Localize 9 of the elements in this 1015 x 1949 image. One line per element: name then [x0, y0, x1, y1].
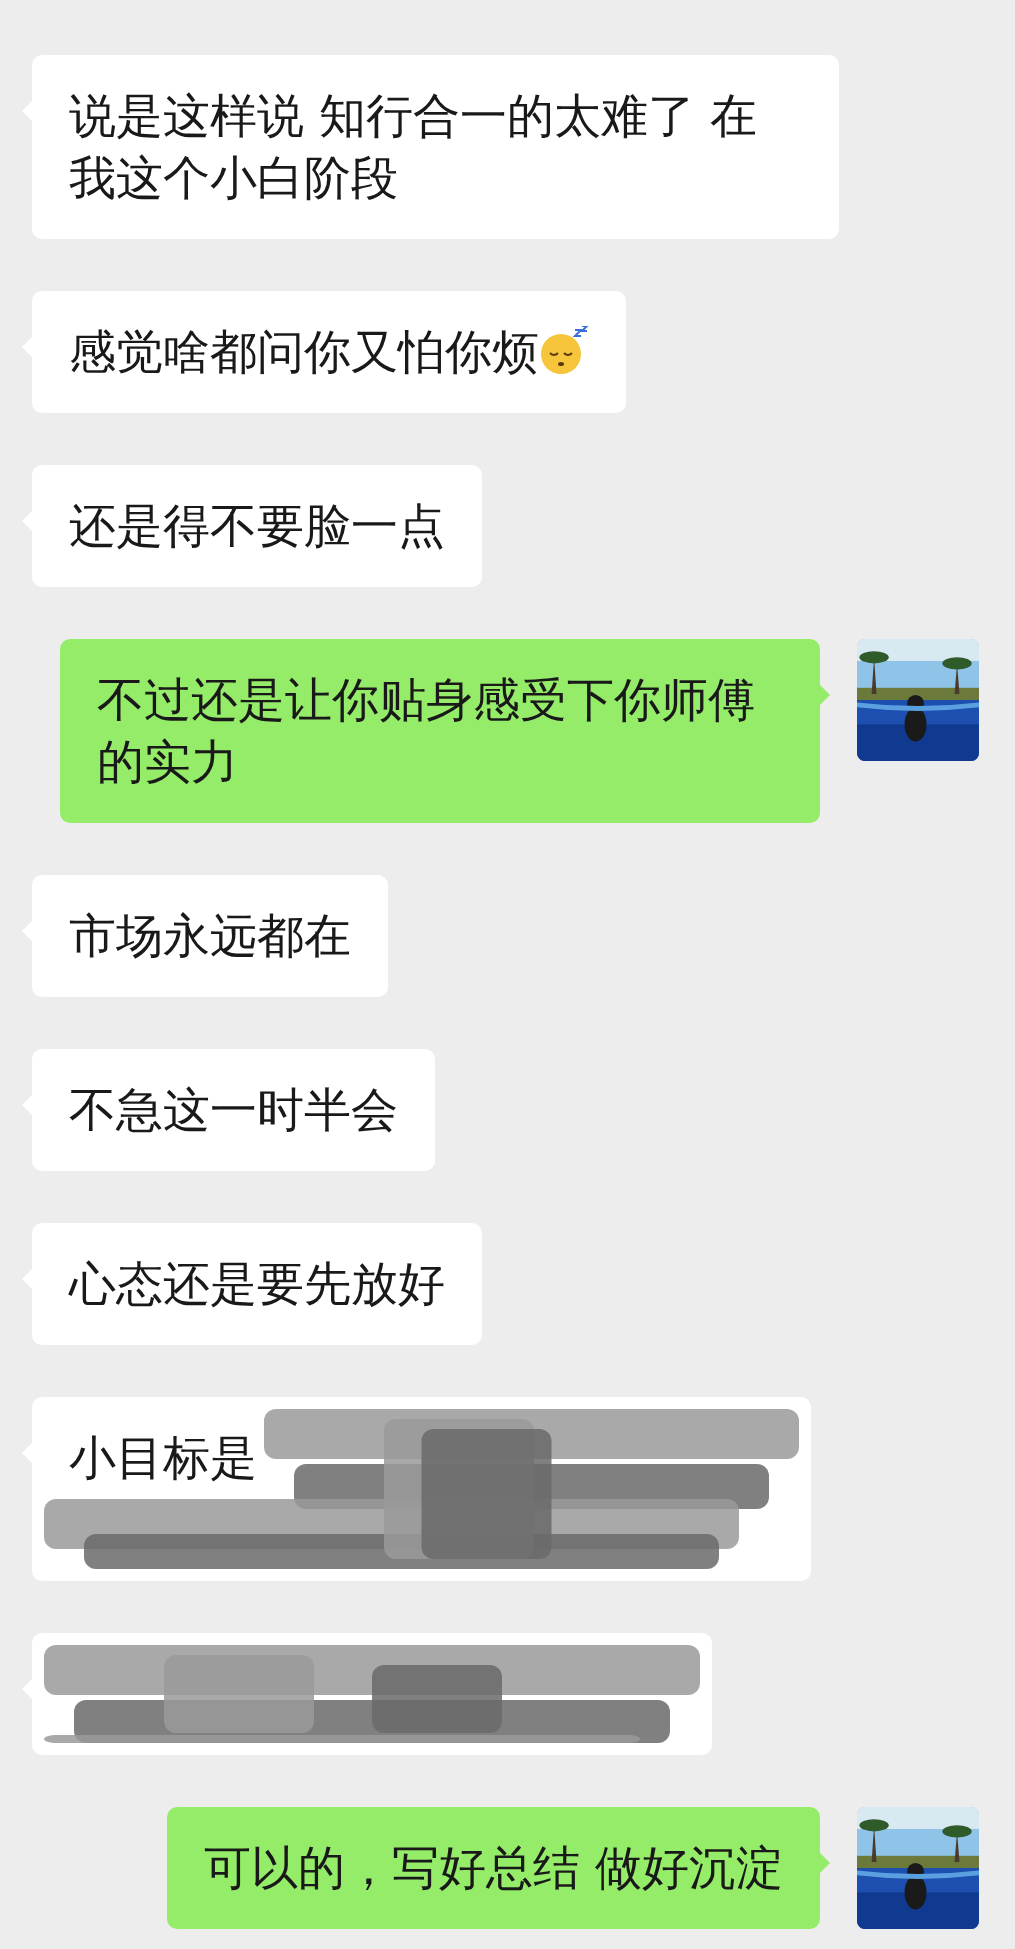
message-text: 可以的，写好总结 做好沉淀 [204, 1839, 783, 1897]
message-text: 不急这一时半会 [69, 1082, 398, 1137]
message-text: 市场永远都在 [69, 908, 351, 963]
message-text: 不过还是让你贴身感受下你师傅的实力 [97, 671, 756, 791]
message-text: 心态还是要先放好 [69, 1256, 445, 1311]
message-text: 说是这样说 知行合一的太难了 在我这个小白阶段 [69, 88, 757, 205]
message-text: 还是得不要脸一点 [69, 498, 445, 553]
message-text: 感觉啥都问你又怕你烦 [69, 324, 539, 379]
message-text: 小目标是 [69, 1430, 257, 1485]
